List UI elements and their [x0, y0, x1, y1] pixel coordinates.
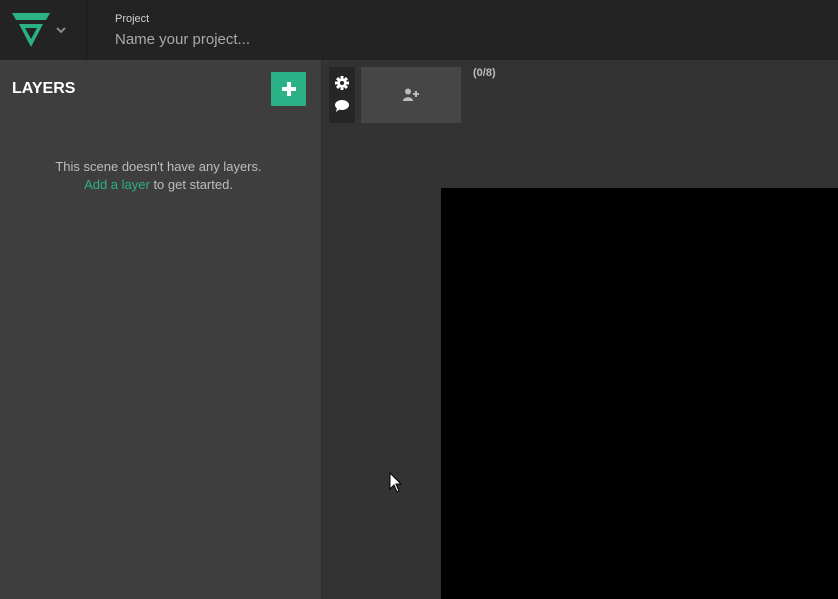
add-layer-link[interactable]: Add a layer	[84, 177, 150, 192]
project-name-block: Project	[115, 12, 415, 50]
app-menu[interactable]	[0, 0, 87, 60]
guest-count: (0/8)	[473, 67, 496, 79]
user-plus-icon	[403, 88, 419, 101]
chevron-down-icon[interactable]	[54, 23, 68, 37]
plus-icon	[282, 82, 296, 96]
empty-layers-message: This scene doesn't have any layers. Add …	[0, 158, 317, 194]
layers-title: LAYERS	[12, 80, 76, 97]
empty-layers-text: This scene doesn't have any layers.	[55, 159, 262, 174]
empty-layers-hint: Add a layer to get started.	[0, 176, 317, 194]
top-bar: Project	[0, 0, 838, 60]
empty-layers-suffix: to get started.	[149, 177, 233, 192]
side-toolbar	[329, 67, 355, 123]
add-guest-slot[interactable]	[361, 67, 461, 123]
brand-logo-icon	[12, 13, 50, 47]
layers-panel: LAYERS This scene doesn't have any layer…	[0, 60, 321, 599]
chat-bubble-icon[interactable]	[335, 99, 349, 113]
gear-icon[interactable]	[335, 76, 349, 90]
panel-divider	[321, 60, 322, 599]
scene-preview-canvas[interactable]	[441, 188, 838, 599]
project-name-input[interactable]	[115, 30, 415, 50]
mouse-pointer-icon	[389, 472, 403, 493]
project-label: Project	[115, 13, 150, 25]
add-layer-button[interactable]	[271, 72, 306, 106]
